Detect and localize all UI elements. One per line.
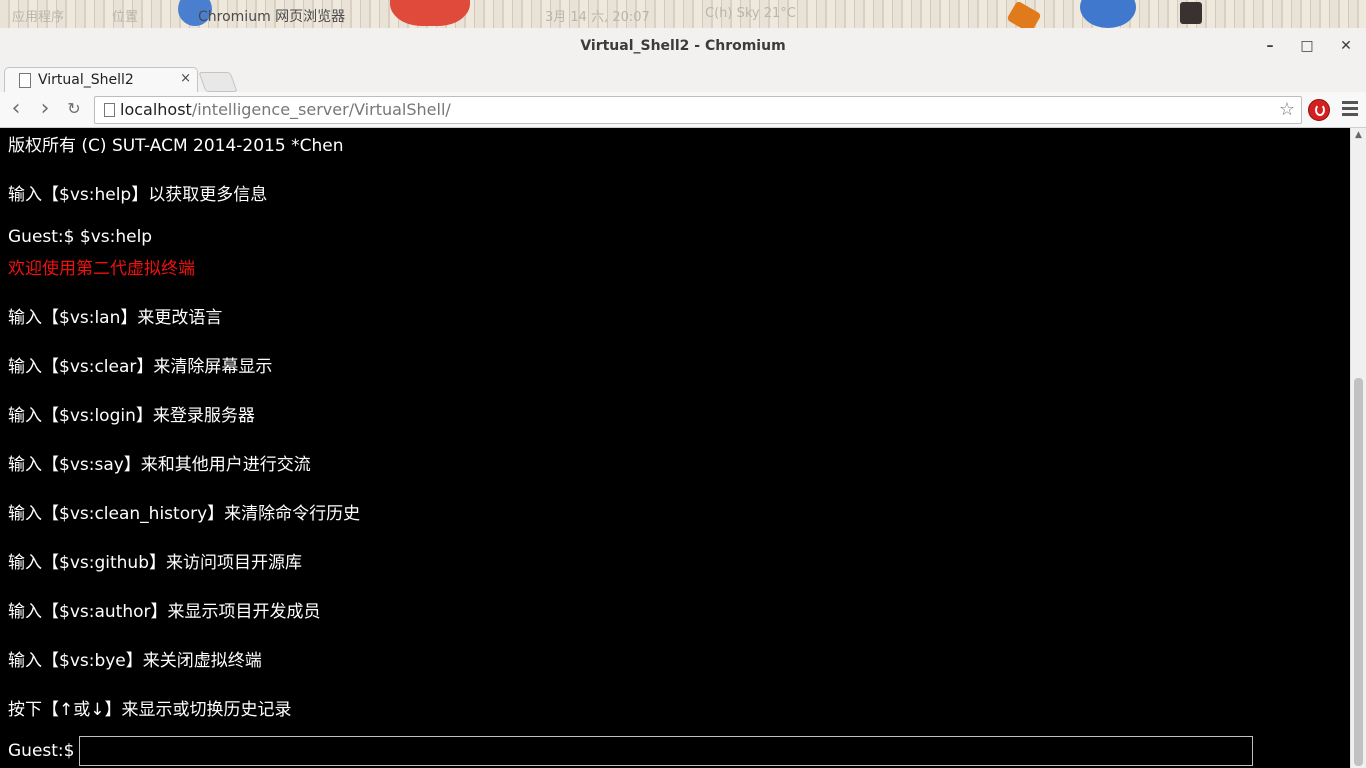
terminal-line: 输入【$vs:help】以获取更多信息 bbox=[8, 185, 268, 205]
decor-ball-blue-2 bbox=[1080, 0, 1136, 28]
terminal-line: 输入【$vs:login】来登录服务器 bbox=[8, 406, 255, 426]
places-menu[interactable]: 位置 bbox=[112, 6, 138, 25]
bookmark-star-icon[interactable]: ☆ bbox=[1279, 99, 1295, 120]
url-text[interactable]: localhost/intelligence_server/VirtualShe… bbox=[120, 100, 451, 119]
tab-close-icon[interactable]: × bbox=[180, 71, 191, 86]
decor-ball-red bbox=[390, 0, 470, 26]
page-scrollbar[interactable]: ▲ bbox=[1350, 128, 1366, 768]
prompt-label: Guest:$ bbox=[8, 741, 75, 761]
active-app-label[interactable]: Chromium 网页浏览器 bbox=[198, 6, 345, 26]
maximize-button[interactable]: □ bbox=[1297, 36, 1317, 56]
clock[interactable]: 3月 14 六, 20:07 bbox=[545, 6, 650, 25]
decor-shape-orange bbox=[1006, 0, 1042, 28]
terminal-line: 输入【$vs:clean_history】来清除命令行历史 bbox=[8, 504, 361, 524]
terminal-line: 输入【$vs:clear】来清除屏幕显示 bbox=[8, 357, 273, 377]
terminal-line-welcome: 欢迎使用第二代虚拟终端 bbox=[8, 259, 195, 279]
virtual-shell-terminal: 版权所有 (C) SUT-ACM 2014-2015 *Chen 输入【$vs:… bbox=[0, 128, 1350, 768]
applications-menu[interactable]: 应用程序 bbox=[12, 6, 64, 25]
window-titlebar: Virtual_Shell2 - Chromium – □ ✕ bbox=[0, 28, 1366, 65]
scrollbar-thumb[interactable] bbox=[1354, 378, 1363, 766]
terminal-line: 输入【$vs:github】来访问项目开源库 bbox=[8, 553, 302, 573]
page-icon bbox=[104, 103, 115, 117]
terminal-line: 输入【$vs:author】来显示项目开发成员 bbox=[8, 602, 321, 622]
tab-strip: Virtual_Shell2 × bbox=[0, 64, 1366, 93]
terminal-line: Guest:$ $vs:help bbox=[8, 227, 153, 247]
page-icon bbox=[19, 73, 31, 88]
terminal-line: 按下【↑或↓】来显示或切换历史记录 bbox=[8, 700, 292, 720]
terminal-line: 输入【$vs:bye】来关闭虚拟终端 bbox=[8, 651, 262, 671]
browser-toolbar: ‹ › ↻ localhost/intelligence_server/Virt… bbox=[0, 92, 1366, 128]
tab-virtual-shell2[interactable]: Virtual_Shell2 × bbox=[4, 67, 198, 93]
back-button[interactable]: ‹ bbox=[6, 98, 26, 120]
url-path: /intelligence_server/VirtualShell/ bbox=[191, 100, 451, 119]
url-host: localhost bbox=[120, 100, 192, 119]
forward-button[interactable]: › bbox=[35, 98, 55, 120]
tab-label: Virtual_Shell2 bbox=[38, 72, 134, 88]
window-title: Virtual_Shell2 - Chromium bbox=[580, 38, 786, 54]
user-avatar[interactable] bbox=[1180, 2, 1202, 24]
scroll-up-arrow-icon[interactable]: ▲ bbox=[1355, 130, 1362, 140]
terminal-line: 版权所有 (C) SUT-ACM 2014-2015 *Chen bbox=[8, 136, 344, 156]
hamburger-menu-icon[interactable] bbox=[1342, 101, 1358, 117]
desktop-top-panel: 应用程序 位置 Chromium 网页浏览器 3月 14 六, 20:07 C(… bbox=[0, 0, 1366, 28]
terminal-line: 输入【$vs:lan】来更改语言 bbox=[8, 308, 223, 328]
terminal-line: 输入【$vs:say】来和其他用户进行交流 bbox=[8, 455, 311, 475]
weather[interactable]: C(h) Sky 21°C bbox=[705, 6, 796, 21]
reload-button[interactable]: ↻ bbox=[64, 99, 84, 119]
command-input[interactable] bbox=[79, 736, 1253, 766]
new-tab-button[interactable] bbox=[198, 72, 238, 92]
address-bar[interactable]: localhost/intelligence_server/VirtualShe… bbox=[94, 96, 1302, 124]
minimize-button[interactable]: – bbox=[1260, 36, 1280, 56]
close-window-button[interactable]: ✕ bbox=[1336, 36, 1356, 56]
power-extension-icon[interactable] bbox=[1308, 99, 1330, 121]
